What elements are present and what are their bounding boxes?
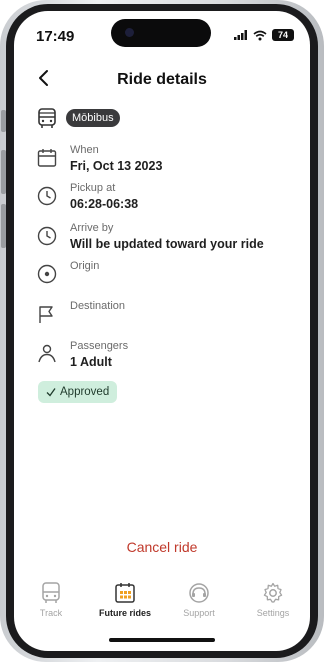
origin-row: Origin <box>36 259 99 285</box>
arrive-label: Arrive by <box>70 222 114 234</box>
signal-icon <box>234 30 247 40</box>
when-row: When Fri, Oct 13 2023 <box>36 143 162 174</box>
header: Ride details <box>14 57 310 101</box>
battery-icon: 74 <box>272 29 294 41</box>
tab-track[interactable]: Track <box>14 581 88 631</box>
tab-track-label: Track <box>39 608 63 618</box>
tab-future-rides-label: Future rides <box>98 608 151 618</box>
status-badge: Approved <box>38 381 118 403</box>
tab-support[interactable]: Support <box>162 581 236 631</box>
dynamic-island <box>111 19 211 47</box>
arrive-row: Arrive by Will be updated toward your ri… <box>36 221 264 252</box>
when-value: Fri, Oct 13 2023 <box>70 159 163 173</box>
calendar-grid-icon <box>115 583 135 603</box>
status-icons: 74 <box>234 29 294 41</box>
origin-label: Origin <box>70 260 100 272</box>
destination-label: Destination <box>70 300 126 312</box>
headset-icon <box>189 583 209 603</box>
passengers-row: Passengers 1 Adult <box>36 339 128 370</box>
flag-icon <box>39 306 53 323</box>
clock-icon <box>37 186 57 206</box>
pickup-row: Pickup at 06:28-06:38 <box>36 181 138 212</box>
calendar-icon <box>37 149 57 167</box>
clock-icon <box>37 226 57 246</box>
status-time: 17:49 <box>36 28 75 45</box>
operator-row: Mōbibus <box>36 107 120 129</box>
operator-logo: Mōbibus <box>66 109 120 127</box>
tab-settings-label: Settings <box>256 608 290 618</box>
cancel-ride-button[interactable]: Cancel ride <box>14 539 310 555</box>
bus-icon <box>38 108 56 128</box>
tab-settings[interactable]: Settings <box>236 581 310 631</box>
tab-future-rides[interactable]: Future rides <box>88 581 162 631</box>
person-icon <box>38 344 56 363</box>
destination-row: Destination <box>36 299 125 325</box>
passengers-value: 1 Adult <box>70 355 112 369</box>
pickup-value: 06:28-06:38 <box>70 197 139 211</box>
tab-support-label: Support <box>183 608 215 618</box>
pickup-label: Pickup at <box>70 182 116 194</box>
location-pin-icon <box>37 264 57 284</box>
wifi-icon <box>253 30 267 40</box>
checkmark-icon <box>46 388 56 397</box>
status-badge-label: Approved <box>60 386 110 398</box>
when-label: When <box>70 144 99 156</box>
passengers-label: Passengers <box>70 340 129 352</box>
status-bar: 17:49 74 <box>14 11 310 57</box>
tab-bar: Track Future rides Support Settings <box>14 581 310 631</box>
phone-frame: 17:49 74 Ride details Mōbibus When Fri, … <box>0 0 324 662</box>
page-title: Ride details <box>117 71 207 88</box>
screen: 17:49 74 Ride details Mōbibus When Fri, … <box>14 11 310 651</box>
home-indicator <box>109 638 215 642</box>
arrive-value: Will be updated toward your ride <box>70 237 264 251</box>
bus-icon <box>42 582 60 603</box>
gear-icon <box>263 582 283 603</box>
